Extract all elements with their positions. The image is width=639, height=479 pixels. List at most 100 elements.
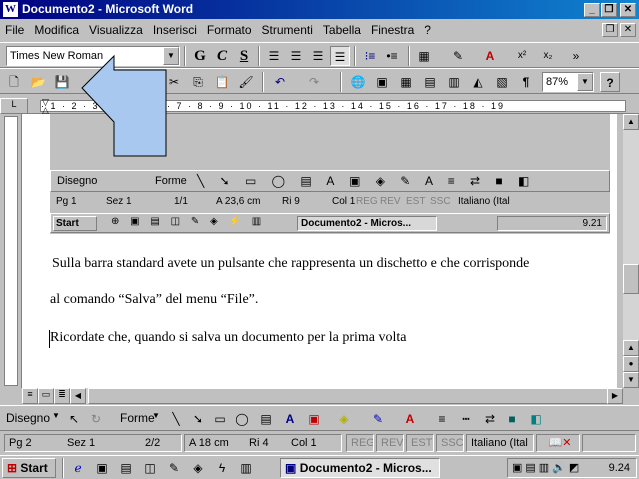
rectangle-icon[interactable]: ▭ — [210, 409, 230, 429]
maximize-button[interactable]: ❐ — [601, 3, 617, 17]
menu-inserisci[interactable]: Inserisci — [148, 20, 202, 41]
copy-icon[interactable]: ⎘ — [188, 72, 208, 92]
media-icon[interactable]: ◈ — [188, 458, 208, 478]
toolbar-options-chevron-icon[interactable]: » — [566, 46, 586, 66]
status-reg[interactable]: REG — [346, 434, 374, 452]
menu-help[interactable]: ? — [419, 20, 436, 41]
select-pointer-icon[interactable]: ↖ — [64, 409, 84, 429]
show-desktop-icon[interactable]: ▣ — [92, 458, 112, 478]
taskbar-word-task[interactable]: ▣ Documento2 - Micros... — [280, 458, 440, 478]
underline-button[interactable]: S — [234, 46, 254, 66]
indent-marker[interactable]: ▽ △ — [42, 98, 52, 115]
save-disk-icon[interactable]: 💾 — [52, 72, 72, 92]
redo-icon[interactable]: ↷ — [304, 72, 324, 92]
horizontal-scrollbar[interactable]: ≡ ▭ ≣ ◀ ▶ — [22, 388, 623, 404]
drawing-icon[interactable]: ◭ — [468, 72, 488, 92]
vertical-scrollbar[interactable]: ▲ ▲ ● ▼ — [623, 114, 639, 388]
hyperlink-globe-icon[interactable]: 🌐 — [348, 72, 368, 92]
menu-finestra[interactable]: Finestra — [366, 20, 419, 41]
align-left-icon[interactable]: ☰ — [264, 46, 284, 66]
select-browse-object-icon[interactable]: ● — [623, 356, 639, 372]
bold-button[interactable]: G — [190, 46, 210, 66]
italic-button[interactable]: C — [212, 46, 232, 66]
minimize-button[interactable]: _ — [584, 3, 600, 17]
paste-icon[interactable]: 📋 — [212, 72, 232, 92]
draw-menu-button[interactable]: Disegno — [6, 411, 50, 425]
scroll-down-icon[interactable]: ▼ — [623, 372, 639, 388]
numbered-list-icon[interactable]: ⁝≡ — [360, 46, 380, 66]
status-est[interactable]: EST — [406, 434, 434, 452]
dash-style-icon[interactable]: ┅ — [456, 409, 476, 429]
free-rotate-icon[interactable]: ↻ — [86, 409, 106, 429]
status-language[interactable]: Italiano (Ital — [466, 434, 534, 452]
align-right-icon[interactable]: ☰ — [308, 46, 328, 66]
status-rev[interactable]: REV — [376, 434, 404, 452]
clip-art-icon[interactable]: ▣ — [304, 409, 324, 429]
arrow-style-icon[interactable]: ⇄ — [480, 409, 500, 429]
font-color-icon[interactable]: A — [400, 409, 420, 429]
borders-icon[interactable]: ▦ — [414, 46, 434, 66]
layout-view-icon[interactable]: ▭ — [38, 388, 54, 404]
scroll-right-icon[interactable]: ▶ — [607, 388, 623, 404]
menu-formato[interactable]: Formato — [202, 20, 257, 41]
align-center-icon[interactable]: ☰ — [286, 46, 306, 66]
help-button[interactable]: ? — [600, 72, 620, 92]
superscript-button[interactable]: x² — [512, 46, 532, 66]
doc-restore-button[interactable]: ❐ — [602, 23, 618, 37]
spelling-status-icon[interactable]: 📖✕ — [536, 434, 580, 452]
show-hide-pilcrow-icon[interactable]: ¶ — [516, 72, 536, 92]
document-map-icon[interactable]: ▧ — [492, 72, 512, 92]
close-button[interactable]: ✕ — [620, 3, 636, 17]
clock[interactable]: 9.24 — [609, 459, 630, 477]
status-ssc[interactable]: SSC — [436, 434, 464, 452]
tables-borders-icon[interactable]: ▣ — [372, 72, 392, 92]
new-document-icon[interactable]: 🗋 — [4, 72, 24, 92]
tab-selector[interactable]: L — [0, 98, 28, 114]
outline-view-icon[interactable]: ≣ — [54, 388, 70, 404]
vertical-scroll-thumb[interactable] — [623, 264, 639, 294]
edit-icon[interactable]: ✎ — [164, 458, 184, 478]
autoshapes-menu-button[interactable]: Forme — [120, 411, 155, 425]
menu-file[interactable]: File — [0, 20, 29, 41]
3d-icon[interactable]: ◧ — [526, 409, 546, 429]
scroll-up-icon[interactable]: ▲ — [623, 340, 639, 356]
scroll-left-icon[interactable]: ◀ — [70, 388, 86, 404]
tray-icons-icon[interactable]: ▣▤▥🔊◩ — [512, 459, 582, 477]
menu-modifica[interactable]: Modifica — [29, 20, 84, 41]
menu-strumenti[interactable]: Strumenti — [257, 20, 318, 41]
internet-explorer-icon[interactable]: ℯ — [68, 458, 88, 478]
menu-visualizza[interactable]: Visualizza — [84, 20, 148, 41]
bullet-list-icon[interactable]: •≡ — [382, 46, 402, 66]
explorer-icon[interactable]: ◫ — [140, 458, 160, 478]
chevron-down-icon[interactable]: ▼ — [577, 73, 593, 91]
undo-icon[interactable]: ↶ — [270, 72, 290, 92]
text-box-icon[interactable]: ▤ — [256, 409, 276, 429]
word-app-icon[interactable]: W — [3, 2, 18, 17]
outlook-icon[interactable]: ▤ — [116, 458, 136, 478]
highlight-icon[interactable]: ✎ — [448, 46, 468, 66]
line-color-icon[interactable]: ✎ — [368, 409, 388, 429]
insert-table-icon[interactable]: ▦ — [396, 72, 416, 92]
arrow-icon[interactable]: ➘ — [188, 409, 208, 429]
open-folder-icon[interactable]: 📂 — [28, 72, 48, 92]
start-button[interactable]: ⊞ Start — [2, 458, 56, 478]
menu-tabella[interactable]: Tabella — [318, 20, 366, 41]
fill-color-icon[interactable]: ◈ — [334, 409, 354, 429]
justify-icon[interactable]: ☰ — [330, 46, 350, 66]
format-painter-icon[interactable]: 🖌 — [236, 72, 256, 92]
subscript-button[interactable]: x₂ — [538, 46, 558, 66]
oval-icon[interactable]: ◯ — [232, 409, 252, 429]
font-color-icon[interactable]: A — [480, 46, 500, 66]
insert-excel-icon[interactable]: ▤ — [420, 72, 440, 92]
wordart-icon[interactable]: A — [280, 409, 300, 429]
normal-view-icon[interactable]: ≡ — [22, 388, 38, 404]
scroll-up-icon[interactable]: ▲ — [623, 114, 639, 130]
horizontal-scroll-thumb[interactable] — [88, 388, 618, 404]
channels-icon[interactable]: ▥ — [236, 458, 256, 478]
line-style-icon[interactable]: ≡ — [432, 409, 452, 429]
zoom-combo[interactable]: 87% ▼ — [542, 72, 594, 92]
doc-close-button[interactable]: ✕ — [620, 23, 636, 37]
flash-icon[interactable]: ϟ — [212, 458, 232, 478]
shadow-icon[interactable]: ■ — [502, 409, 522, 429]
columns-icon[interactable]: ▥ — [444, 72, 464, 92]
